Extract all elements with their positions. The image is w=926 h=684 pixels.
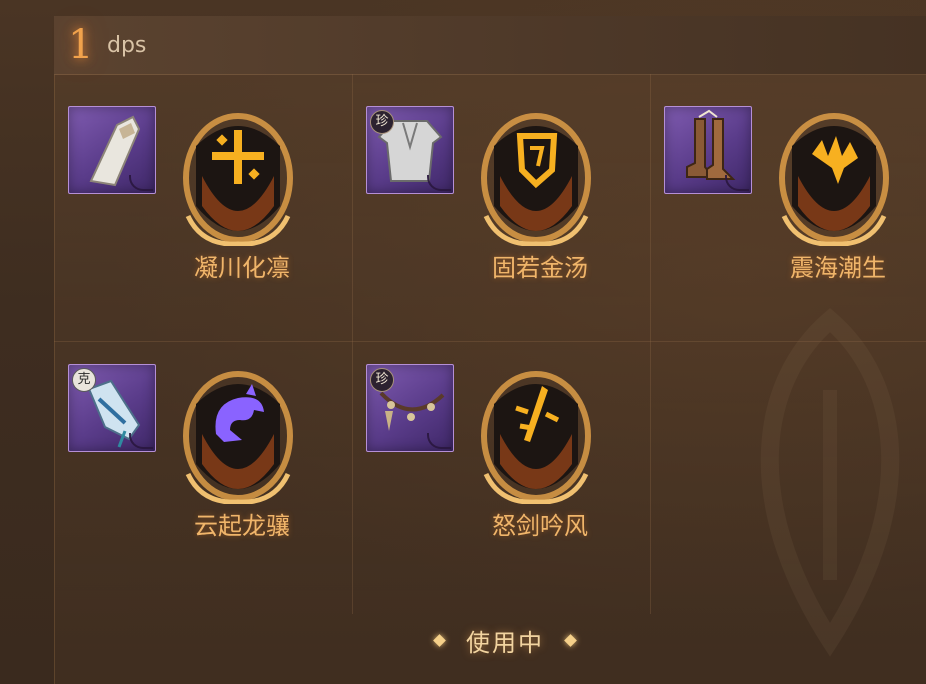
rarity-badge: 珍 [370, 110, 394, 134]
item-card[interactable]: 珍 [366, 364, 454, 452]
set-name: 凝川化凛 [194, 254, 290, 282]
item-card[interactable]: 珍 [366, 106, 454, 194]
diamond-icon [433, 633, 446, 647]
set-name: 震海潮生 [790, 254, 886, 282]
rarity-badge: 克 [72, 368, 96, 392]
set-seal[interactable] [182, 106, 294, 246]
set-slot[interactable]: 珍 怒剑吟风 [352, 364, 652, 622]
set-slot[interactable]: 凝川化凛 [54, 106, 354, 364]
rarity-badge: 珍 [370, 368, 394, 392]
loadout-name: dps [107, 33, 147, 58]
set-name: 怒剑吟风 [492, 512, 588, 540]
item-card[interactable] [68, 106, 156, 194]
set-slot[interactable]: 珍 固若金汤 [352, 106, 652, 364]
status-label: 使用中 [466, 628, 544, 657]
loadout-number: 1 [68, 22, 94, 68]
set-slot[interactable]: 震海潮生 [650, 106, 926, 364]
set-name: 云起龙骧 [194, 512, 290, 540]
set-seal[interactable] [480, 106, 592, 246]
diamond-icon [564, 633, 577, 647]
in-use-status: 使用中 [420, 622, 590, 658]
set-seal[interactable] [778, 106, 890, 246]
set-seal[interactable] [182, 364, 294, 504]
item-card[interactable]: 克 [68, 364, 156, 452]
loadout-header[interactable] [54, 16, 926, 75]
item-card[interactable] [664, 106, 752, 194]
set-slot[interactable]: 克 云起龙骧 [54, 364, 354, 622]
set-name: 固若金汤 [492, 254, 588, 282]
set-seal[interactable] [480, 364, 592, 504]
